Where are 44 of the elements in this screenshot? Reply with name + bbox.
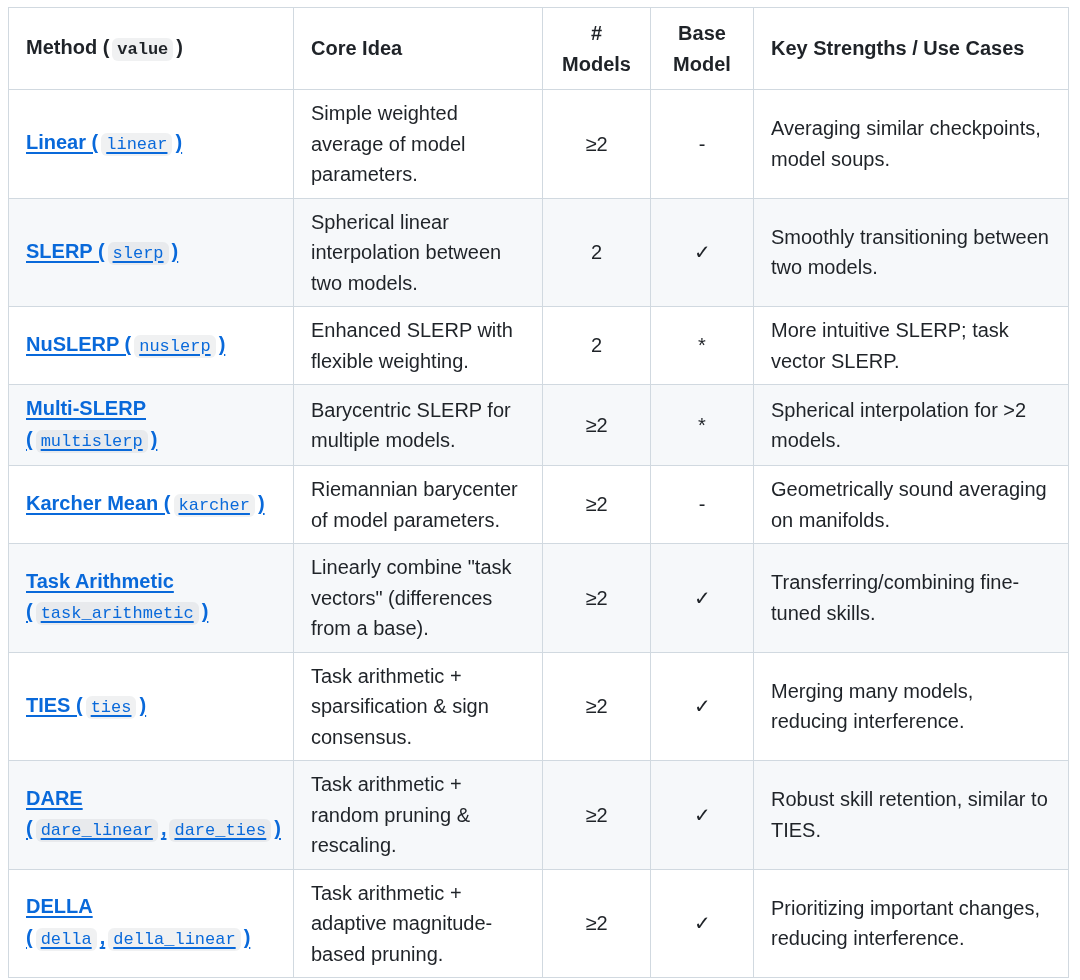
model-count: ≥2 xyxy=(585,695,608,717)
model-count: 2 xyxy=(590,241,603,263)
model-count: ≥2 xyxy=(585,493,608,516)
base-model-mark: ✓ xyxy=(693,241,711,263)
column-header: # Models xyxy=(542,7,651,90)
model-count: ≥2 xyxy=(585,912,608,934)
core-idea-text: Task arithmetic + adaptive magnitude-based pruning. xyxy=(311,881,493,965)
model-count: ≥2 xyxy=(585,132,608,155)
base-model-mark: ✓ xyxy=(693,586,711,609)
core-idea-text: Barycentric SLERP for multiple models. xyxy=(311,398,511,451)
base-model-mark: ✓ xyxy=(693,695,711,717)
column-header: Method ( value ) xyxy=(8,7,294,90)
strengths-text: Geometrically sound averaging on manifolds. xyxy=(771,478,1047,531)
model-count: ≥2 xyxy=(585,413,608,436)
core-idea-text: Task arithmetic + sparsification & sign consensus. xyxy=(311,664,489,748)
base-model-mark: - xyxy=(698,132,706,155)
column-header: Key Strengths / Use Cases xyxy=(753,7,1069,90)
model-count: 2 xyxy=(590,334,603,357)
core-idea-text: Simple weighted average of model parameters. xyxy=(311,102,466,185)
strengths-text: Averaging similar checkpoints, model soups. xyxy=(771,117,1041,170)
core-idea-text: Task arithmetic + random pruning & rescaling. xyxy=(311,773,470,856)
base-model-mark: ✓ xyxy=(693,912,711,934)
method-link[interactable]: TIES ( ties ) xyxy=(26,689,147,723)
base-model-mark: * xyxy=(698,334,706,357)
core-idea-text: Spherical linear interpolation between two models. xyxy=(311,210,502,294)
strengths-text: Robust skill retention, similar to TIES. xyxy=(771,788,1048,841)
strengths-text: More intuitive SLERP; task vector SLERP. xyxy=(771,319,1009,372)
core-idea-text: Enhanced SLERP with flexible weighting. xyxy=(311,319,513,372)
column-header: Core Idea xyxy=(293,7,543,90)
method-link[interactable]: Linear ( linear ) xyxy=(26,127,183,161)
strengths-text: Merging many models, reducing interference. xyxy=(771,679,974,733)
model-count: ≥2 xyxy=(585,586,608,609)
base-model-mark: ✓ xyxy=(693,803,711,826)
core-idea-text: Riemannian barycenter of model parameters. xyxy=(311,478,518,531)
base-model-mark: * xyxy=(698,413,706,436)
strengths-text: Prioritizing important changes, reducing interference. xyxy=(771,896,1040,950)
strengths-text: Spherical interpolation for >2 models. xyxy=(771,398,1027,451)
core-idea-text: Linearly combine "task vectors" (differences from a base). xyxy=(311,556,512,639)
strengths-text: Smoothly transitioning between two models. xyxy=(771,225,1049,279)
column-header: Base Model xyxy=(650,7,754,90)
base-model-mark: - xyxy=(698,493,706,516)
model-count: ≥2 xyxy=(585,803,608,826)
method-link[interactable]: SLERP ( slerp ) xyxy=(26,235,179,269)
strengths-text: Transferring/combining fine-tuned skills. xyxy=(771,571,1020,624)
